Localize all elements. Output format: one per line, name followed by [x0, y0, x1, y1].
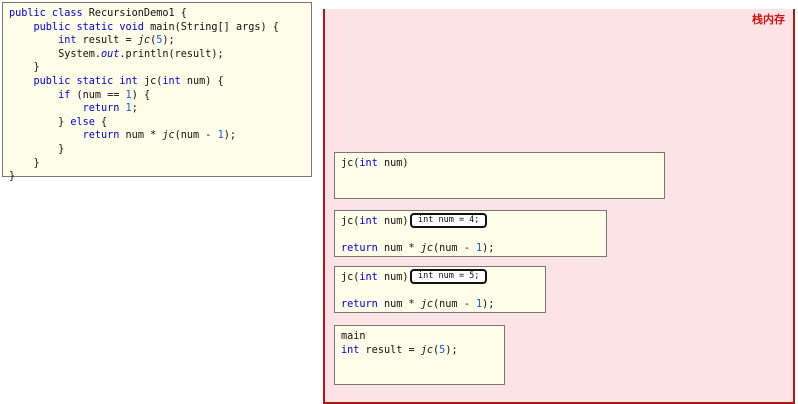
code-token: int	[9, 35, 83, 47]
code-token: jc	[137, 35, 151, 47]
code-token: }	[9, 116, 71, 128]
frame-line: int result = jc(5);	[341, 344, 498, 358]
code-token: num *	[125, 130, 163, 142]
code-token: }	[9, 171, 16, 183]
code-token: num)	[383, 216, 409, 227]
stack-frame-main: main int result = jc(5);	[334, 325, 505, 385]
code-token: jc(	[341, 158, 360, 169]
code-token: else	[70, 116, 102, 128]
code-token: if	[9, 89, 77, 101]
code-line: }	[9, 61, 305, 75]
frame-line: return num * jc(num - 1);	[341, 298, 539, 312]
code-token: .println(result);	[119, 48, 224, 60]
code-token: main(String[] args) {	[150, 21, 279, 33]
code-token: num)	[383, 158, 409, 169]
code-token: jc(	[143, 75, 163, 87]
frame-line: main	[341, 330, 498, 344]
frame-line	[341, 229, 600, 243]
code-token: jc(	[341, 272, 360, 283]
code-token: int	[359, 272, 384, 283]
code-token: System.	[9, 48, 102, 60]
code-token: return	[9, 130, 126, 142]
code-line: return num * jc(num - 1);	[9, 129, 305, 143]
code-token: jc	[420, 243, 434, 255]
code-token: int	[341, 344, 366, 356]
frame-line: return num * jc(num - 1);	[341, 242, 600, 256]
code-token: num *	[383, 243, 421, 255]
code-token: );	[162, 35, 175, 47]
code-token: return	[341, 299, 384, 311]
code-token: {	[101, 116, 108, 128]
code-line: public static int jc(int num) {	[9, 75, 305, 89]
code-token: result =	[82, 35, 138, 47]
code-token: );	[482, 299, 495, 311]
code-token: }	[9, 143, 65, 155]
stack-memory-area: 栈内存 jc(int num) jc(int num) return num * …	[323, 9, 795, 404]
frame-line	[341, 285, 539, 299]
code-token: main	[341, 331, 366, 342]
source-code-panel: public class RecursionDemo1 { public sta…	[2, 2, 312, 182]
code-token: ;	[131, 103, 138, 115]
code-token: jc	[162, 130, 175, 142]
code-line: public class RecursionDemo1 {	[9, 7, 305, 21]
stack-frame-jc-top: jc(int num)	[334, 152, 665, 199]
code-token: (num -	[433, 243, 476, 255]
stack-memory-title: 栈内存	[752, 13, 785, 26]
local-variable-badge: int num = 5;	[410, 269, 488, 284]
code-line: public static void main(String[] args) {	[9, 21, 305, 35]
code-token: (num ==	[76, 89, 126, 101]
code-token: out	[101, 48, 120, 60]
code-line: return 1;	[9, 102, 305, 116]
code-line: }	[9, 143, 305, 157]
code-line: int result = jc(5);	[9, 34, 305, 48]
code-token: public static int	[9, 75, 144, 87]
code-line: if (num == 1) {	[9, 89, 305, 103]
code-token: int	[359, 216, 384, 227]
code-token: ) {	[131, 89, 151, 101]
code-token: }	[9, 157, 40, 169]
code-token: num) {	[186, 75, 224, 87]
code-token: );	[482, 243, 495, 255]
code-token: );	[223, 130, 236, 142]
code-line: } else {	[9, 116, 305, 130]
code-token: );	[445, 344, 458, 356]
code-token: num)	[383, 272, 409, 283]
code-token: RecursionDemo1 {	[88, 8, 187, 19]
local-variable-badge: int num = 4;	[410, 213, 488, 228]
stack-frame-jc-num4: jc(int num) return num * jc(num - 1); int…	[334, 210, 607, 257]
code-line: }	[9, 157, 305, 171]
code-token: int	[359, 158, 384, 169]
code-token: jc	[420, 344, 434, 356]
code-token: jc(	[341, 216, 360, 227]
code-token: int	[162, 75, 187, 87]
code-token: public class	[9, 8, 89, 19]
code-token: jc	[420, 299, 434, 311]
code-token: result =	[365, 344, 421, 356]
code-token: public static void	[9, 21, 151, 33]
code-line: }	[9, 170, 305, 184]
stack-frame-jc-num5: jc(int num) return num * jc(num - 1); int…	[334, 266, 546, 313]
code-token: }	[9, 62, 40, 74]
code-token: return	[341, 243, 384, 255]
frame-line: jc(int num)	[341, 157, 658, 171]
code-token: (num -	[174, 130, 218, 142]
code-token: return	[9, 103, 126, 115]
code-token: num *	[383, 299, 421, 311]
code-line: System.out.println(result);	[9, 48, 305, 62]
code-token: (num -	[433, 299, 476, 311]
